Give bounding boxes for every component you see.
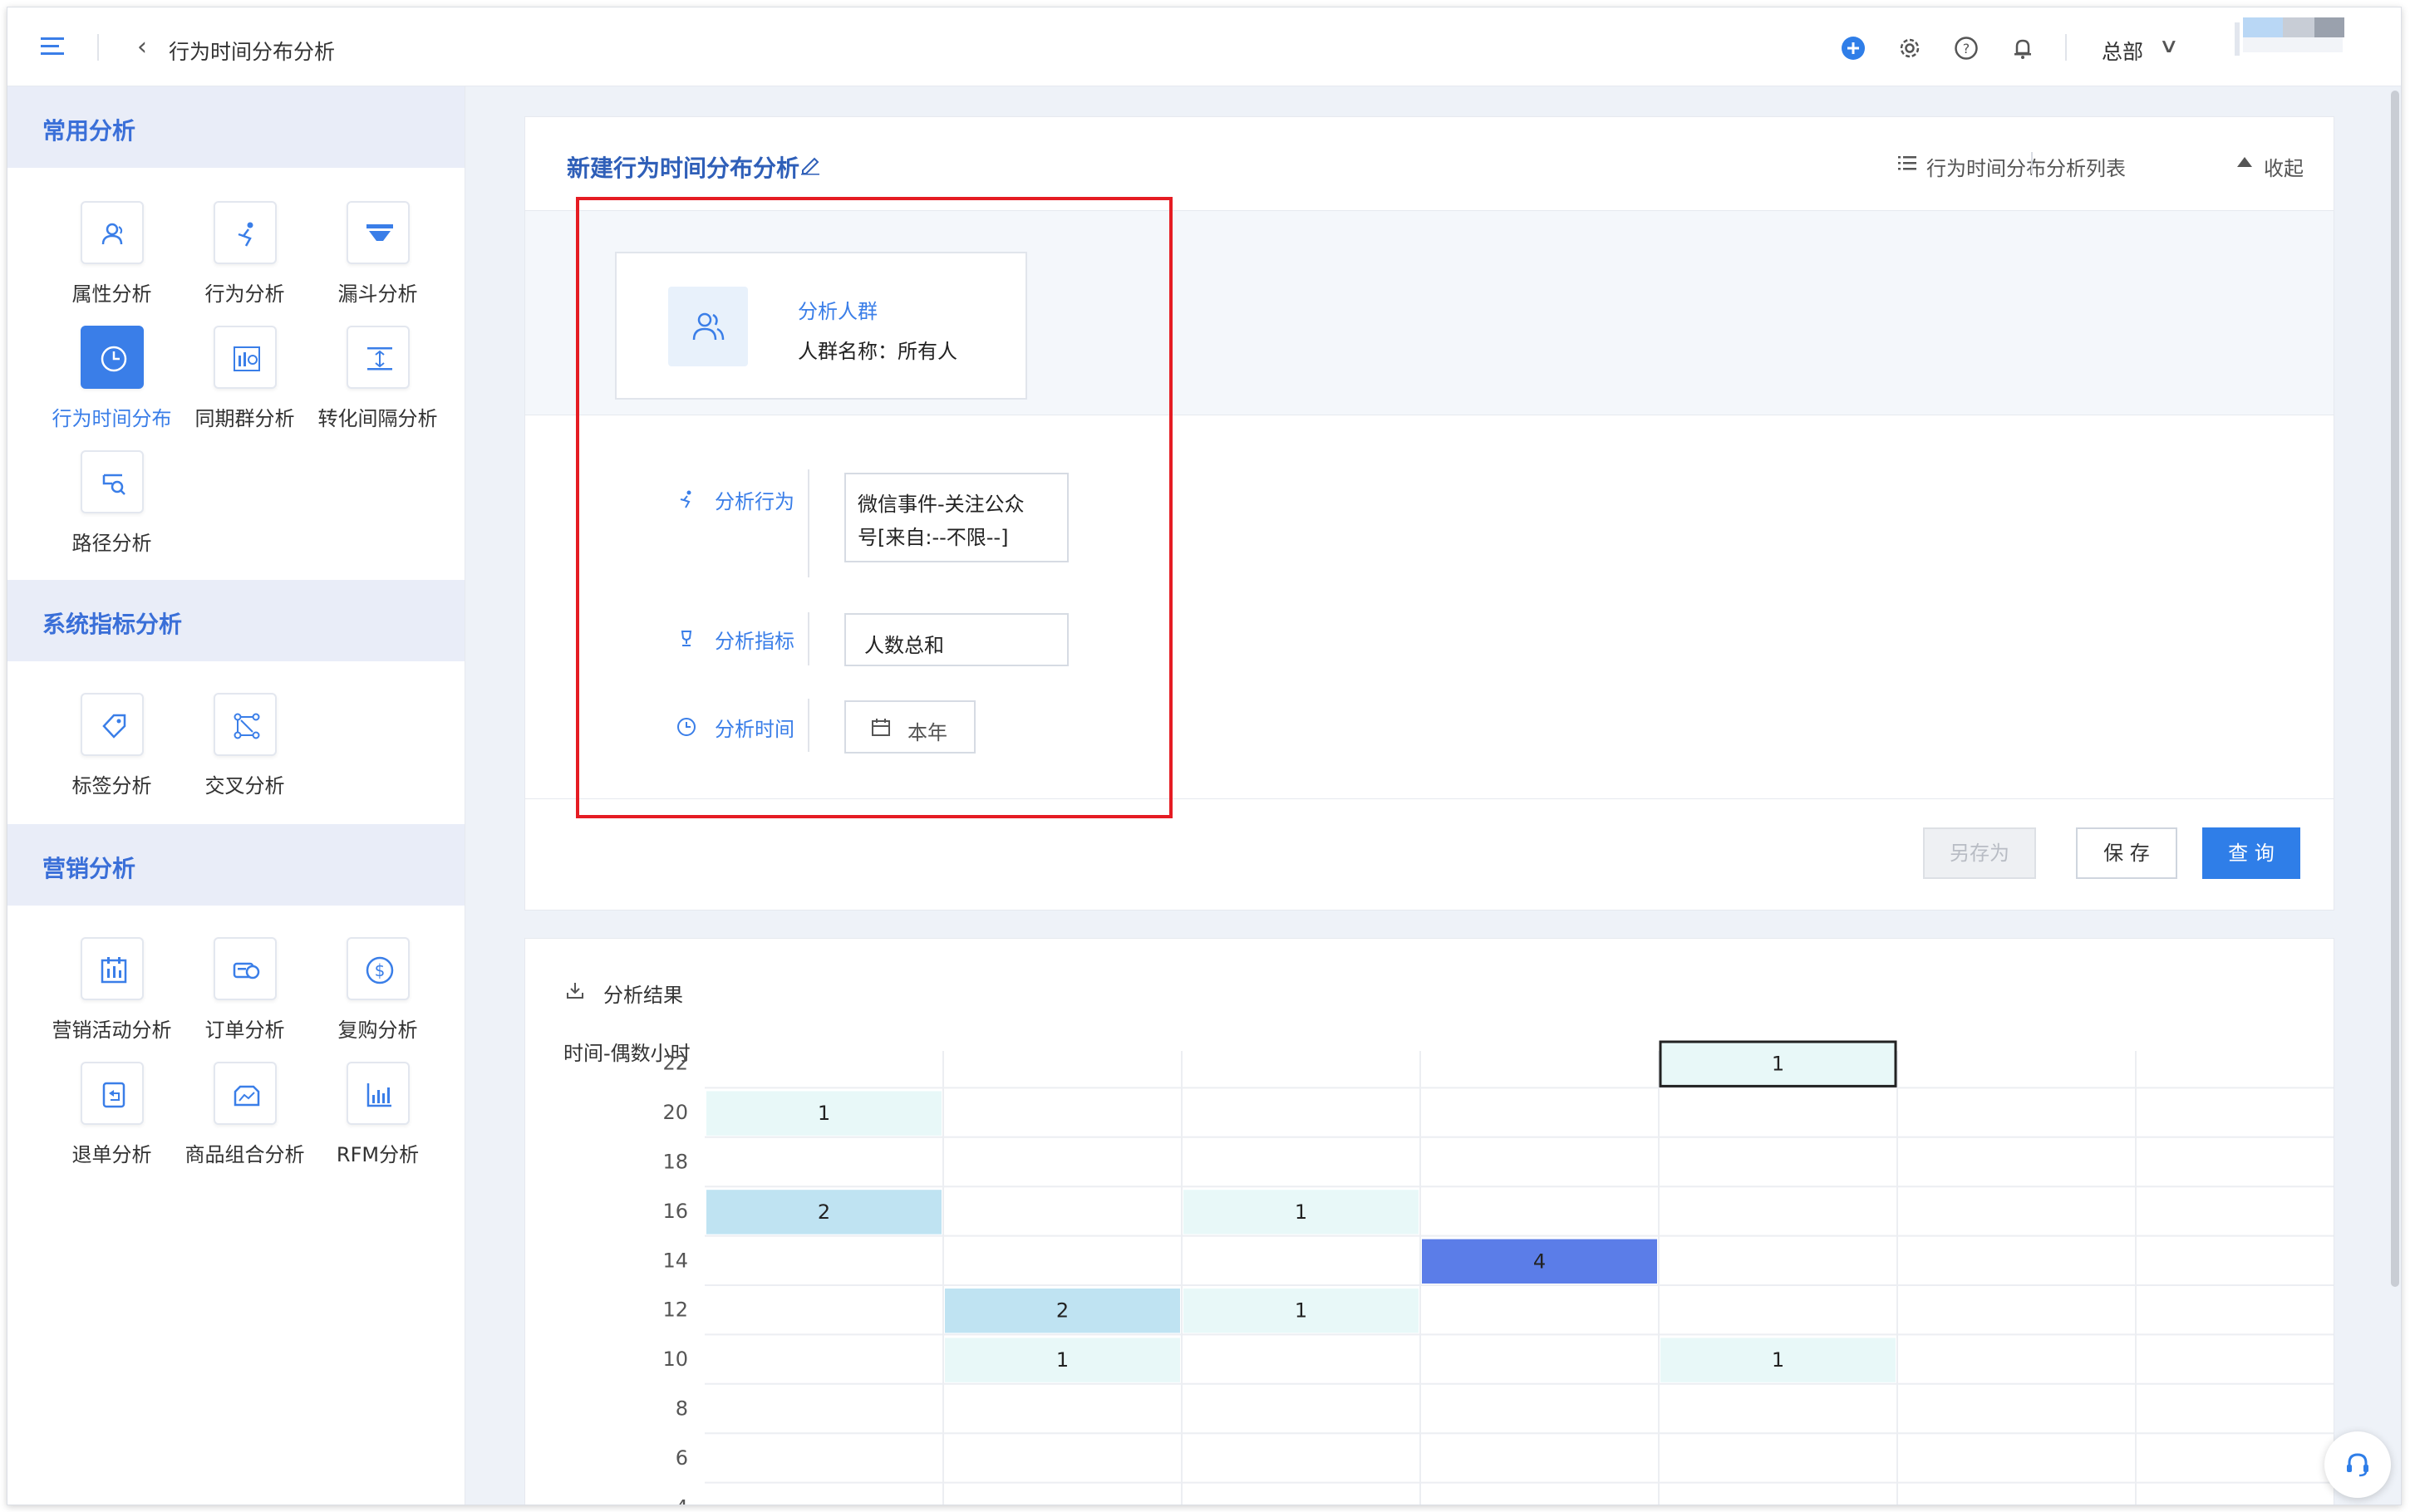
page-title: 行为时间分布分析: [169, 40, 336, 64]
bell-icon[interactable]: [2010, 36, 2035, 61]
tool-order-analysis[interactable]: 订单分析: [168, 937, 301, 1053]
tool-campaign-analysis[interactable]: 营销活动分析: [35, 937, 172, 1053]
bar-chart-icon: [366, 1083, 391, 1107]
cohort-chart-icon: [234, 346, 260, 371]
heatmap-cell-label: 1: [1295, 1200, 1307, 1224]
collapse-icon[interactable]: [2237, 157, 2252, 167]
query-button[interactable]: 查 询: [2202, 827, 2300, 879]
y-tick-label: 16: [662, 1200, 688, 1223]
edit-icon[interactable]: [799, 154, 821, 175]
calendar-icon: [101, 957, 127, 984]
product-icon: [234, 1085, 260, 1107]
org-selector[interactable]: 总部: [2102, 36, 2143, 66]
y-tick-label: 20: [662, 1101, 688, 1124]
tool-cross-analysis[interactable]: 交叉分析: [168, 693, 301, 809]
section-header-system-metrics: 系统指标分析: [7, 580, 465, 661]
heatmap-cell-label: 1: [1056, 1348, 1069, 1372]
divider: [97, 34, 99, 61]
heatmap-cell-label: 2: [1056, 1299, 1069, 1323]
y-tick-label: 12: [662, 1298, 688, 1322]
dollar-icon: $: [366, 956, 394, 984]
user-icon: [101, 223, 123, 245]
heatmap-chart: 时间-偶数小时22201816141210864112 142 11 1: [563, 1040, 2334, 1505]
section-header-marketing: 营销分析: [7, 824, 465, 906]
back-icon[interactable]: ‹: [137, 35, 147, 60]
tool-attribute-analysis[interactable]: 属性分析: [35, 201, 168, 317]
analysis-result-panel: 分析结果 时间-偶数小时 22 20 18 16 14 12 10 8 6 4 1 1 2 1 4 2 1 1 1: [524, 938, 2334, 1505]
cross-icon: [234, 713, 260, 739]
collapse-button[interactable]: 收起: [2264, 152, 2304, 181]
y-tick-label: 18: [662, 1151, 688, 1174]
y-tick-label: 4: [676, 1495, 688, 1505]
add-icon[interactable]: [1841, 36, 1866, 61]
tag-icon: [102, 714, 126, 739]
app-window: ‹ 行为时间分布分析 ? 总部 ∨ 常用分析 属性分析 行为分析 漏斗分析 行为…: [7, 7, 2402, 1505]
tool-refund-analysis[interactable]: 退单分析: [35, 1062, 168, 1178]
behavior-icon: [238, 222, 253, 247]
scrollbar[interactable]: [2391, 91, 2399, 1287]
divider: [2031, 152, 2033, 174]
heatmap-cell-label: 1: [818, 1102, 830, 1125]
tool-behavior-analysis[interactable]: 行为分析: [168, 201, 301, 317]
y-tick-label: 6: [676, 1446, 688, 1470]
panel-title: 新建行为时间分布分析: [567, 155, 800, 182]
svg-text:$: $: [375, 960, 386, 980]
y-tick-label: 14: [662, 1249, 688, 1272]
tool-behavior-time-distribution[interactable]: 行为时间分布: [35, 326, 172, 442]
menu-icon[interactable]: [41, 36, 69, 57]
tool-path-analysis[interactable]: 路径分析: [35, 450, 168, 567]
heatmap-cell-label: 2: [818, 1200, 830, 1224]
path-icon: [102, 474, 125, 495]
y-tick-label: 8: [676, 1397, 688, 1421]
interval-icon: [367, 347, 392, 371]
heatmap-cell-label: 1: [1772, 1053, 1784, 1076]
clock-icon: [101, 346, 127, 372]
tool-repurchase-analysis[interactable]: $ 复购分析: [301, 937, 434, 1053]
tool-rfm-analysis[interactable]: RFM分析: [301, 1062, 434, 1178]
headset-icon: [2347, 1453, 2368, 1477]
section-header-common: 常用分析: [7, 86, 465, 168]
chevron-down-icon[interactable]: ∨: [2158, 34, 2179, 57]
list-icon: [1898, 156, 1916, 170]
y-tick-label: 10: [662, 1348, 688, 1371]
support-button[interactable]: [2324, 1431, 2391, 1498]
heatmap-cell-label: 1: [1772, 1348, 1784, 1372]
tool-cohort-analysis[interactable]: 同期群分析: [168, 326, 301, 442]
gear-icon[interactable]: [1897, 36, 1922, 61]
refund-icon: [102, 1082, 125, 1108]
y-tick-label: 22: [662, 1052, 688, 1075]
top-bar: ‹ 行为时间分布分析 ? 总部 ∨: [7, 7, 2401, 86]
help-icon[interactable]: ?: [1954, 36, 1979, 61]
tool-product-combo-analysis[interactable]: 商品组合分析: [168, 1062, 305, 1178]
tool-tag-analysis[interactable]: 标签分析: [35, 693, 168, 809]
svg-text:?: ?: [1963, 41, 1970, 56]
funnel-icon: [366, 224, 393, 241]
highlight-box: [576, 197, 1173, 818]
heatmap-cell-label: 4: [1533, 1249, 1546, 1273]
save-button[interactable]: 保 存: [2076, 827, 2177, 879]
tool-funnel-analysis[interactable]: 漏斗分析: [301, 201, 434, 317]
avatar[interactable]: [2235, 17, 2359, 72]
analysis-list-link[interactable]: 行为时间分布分析列表: [1926, 152, 2126, 181]
save-as-button[interactable]: 另存为: [1923, 827, 2036, 879]
tool-conversion-interval[interactable]: 转化间隔分析: [301, 326, 438, 442]
divider: [2065, 34, 2067, 61]
sidebar: 常用分析 属性分析 行为分析 漏斗分析 行为时间分布 同期群分析 转化间隔分析 …: [7, 86, 465, 1505]
heatmap-cell-label: 1: [1295, 1299, 1307, 1323]
order-icon: [233, 962, 260, 979]
